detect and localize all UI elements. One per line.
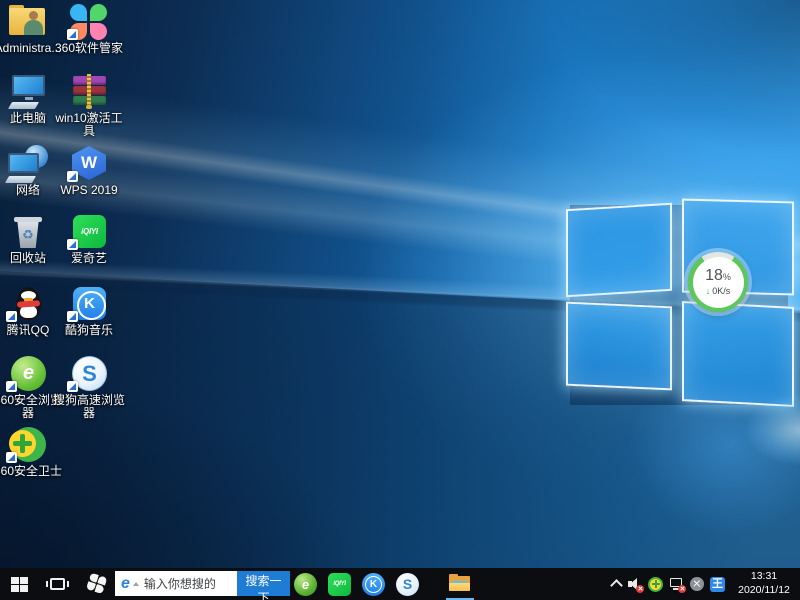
- progress-percent: 18%: [705, 268, 731, 284]
- gray-x-icon: [690, 577, 704, 591]
- progress-content: 18% ↓ 0K/s: [693, 257, 744, 308]
- network-error-icon: [669, 577, 684, 591]
- desktop-icon-wps-2019[interactable]: W WPS 2019: [51, 145, 127, 197]
- disconnected-status-tray[interactable]: [690, 577, 704, 591]
- task-view-button[interactable]: [40, 568, 74, 600]
- desktop-icon-label: 爱奇艺: [51, 252, 127, 265]
- desktop-icon-sogou-browser[interactable]: S 搜狗高速浏览器: [51, 355, 127, 421]
- clock-date: 2020/11/12: [733, 584, 795, 598]
- kugou-icon: K: [66, 285, 112, 322]
- taskbar-iqiyi-button[interactable]: iQIYI: [328, 573, 351, 596]
- windows-logo-glow: [726, 382, 800, 478]
- shortcut-arrow-icon: [6, 381, 17, 392]
- 360-browser-icon: e: [5, 355, 51, 392]
- hidden-icons-chevron[interactable]: [612, 578, 621, 590]
- desktop-icon-win10-activation[interactable]: win10激活工具: [51, 73, 127, 139]
- shortcut-arrow-icon: [67, 381, 78, 392]
- system-tray: 王 13:31 2020/11/12: [612, 568, 795, 600]
- desktop-icon-label: 360软件管家: [51, 42, 127, 55]
- taskbar-clock[interactable]: 13:31 2020/11/12: [733, 570, 795, 597]
- iqiyi-icon: iQIYI: [66, 213, 112, 250]
- taskbar-sogou-button[interactable]: S: [396, 573, 419, 596]
- sogou-browser-icon: S: [66, 355, 112, 392]
- shortcut-arrow-icon: [6, 311, 17, 322]
- volume-muted-tray[interactable]: [627, 577, 642, 591]
- sogou-icon: S: [396, 573, 419, 596]
- pinwheel-app-button[interactable]: [80, 568, 114, 600]
- taskbar-file-explorer-button[interactable]: [448, 572, 472, 596]
- 360-browser-icon: e: [294, 573, 317, 596]
- desktop-icon-label: 搜狗高速浏览器: [51, 394, 127, 421]
- start-button[interactable]: [2, 568, 36, 600]
- windows-start-icon: [11, 577, 28, 592]
- winrar-books-icon: [66, 73, 112, 110]
- wang-app-icon: 王: [710, 577, 725, 592]
- clock-time: 13:31: [733, 570, 795, 584]
- desktop-icon-360-safe[interactable]: 360安全卫士: [0, 426, 66, 478]
- desktop-icon-kugou[interactable]: K 酷狗音乐: [51, 285, 127, 337]
- task-view-icon: [50, 578, 65, 590]
- taskbar-search-box: e 搜索一下: [115, 571, 290, 596]
- download-progress-widget[interactable]: 18% ↓ 0K/s: [688, 252, 748, 312]
- 360-software-manager-icon: [66, 3, 112, 40]
- user-folder-icon: [5, 3, 51, 40]
- wang-app-tray[interactable]: 王: [710, 577, 725, 592]
- 360-safe-icon: [5, 426, 51, 463]
- shortcut-arrow-icon: [67, 171, 78, 182]
- download-speed: ↓ 0K/s: [706, 286, 731, 296]
- desktop-icon-iqiyi[interactable]: iQIYI 爱奇艺: [51, 213, 127, 265]
- taskbar-360-browser-button[interactable]: e: [294, 573, 317, 596]
- pinned-apps: e iQIYI K S: [294, 568, 419, 600]
- 360-safe-icon: [648, 577, 663, 592]
- engine-dropdown-caret-icon[interactable]: [133, 582, 139, 586]
- desktop-icon-360-software-manager[interactable]: 360软件管家: [51, 3, 127, 55]
- network-disconnected-tray[interactable]: [669, 577, 684, 591]
- error-badge-icon: [678, 585, 686, 593]
- search-engine-icon[interactable]: e: [121, 576, 130, 592]
- chevron-up-icon: [610, 579, 623, 592]
- computer-icon: [5, 73, 51, 110]
- shortcut-arrow-icon: [67, 239, 78, 250]
- network-icon: [5, 145, 51, 182]
- pinwheel-icon: [86, 573, 109, 596]
- shortcut-arrow-icon: [67, 29, 78, 40]
- windows-logo-pane: [566, 302, 672, 391]
- speaker-muted-icon: [627, 577, 642, 591]
- kugou-icon: K: [362, 573, 385, 596]
- desktop-icon-label: 360安全卫士: [0, 465, 66, 478]
- taskbar-kugou-button[interactable]: K: [362, 573, 385, 596]
- error-badge-icon: [636, 585, 644, 593]
- down-arrow-icon: ↓: [706, 286, 711, 296]
- iqiyi-icon: iQIYI: [328, 573, 351, 596]
- shortcut-arrow-icon: [6, 452, 17, 463]
- shortcut-arrow-icon: [67, 311, 78, 322]
- recycle-bin-icon: ♻: [5, 213, 51, 250]
- desktop-icon-label: 酷狗音乐: [51, 324, 127, 337]
- windows-logo-pane: [566, 203, 672, 297]
- search-input[interactable]: [142, 576, 237, 592]
- desktop-icon-label: WPS 2019: [51, 184, 127, 197]
- recycle-symbol: ♻: [22, 227, 34, 243]
- windows-desktop: Administra... 此电脑 网络 ♻ 回收站 腾讯QQ e: [0, 0, 800, 600]
- desktop-icon-label: win10激活工具: [51, 112, 127, 139]
- 360-safe-tray[interactable]: [648, 577, 663, 592]
- qq-penguin-icon: [5, 285, 51, 322]
- search-button[interactable]: 搜索一下: [237, 571, 290, 596]
- wps-hexagon-icon: W: [66, 145, 112, 182]
- taskbar: e 搜索一下 e iQIYI K S: [0, 568, 800, 600]
